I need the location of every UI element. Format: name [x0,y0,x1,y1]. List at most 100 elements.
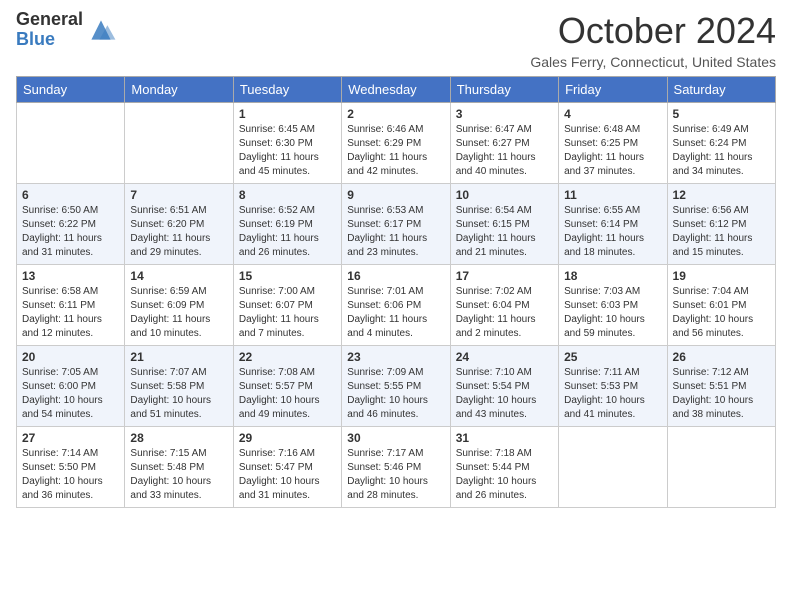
day-info: Sunrise: 7:17 AMSunset: 5:46 PMDaylight:… [347,447,444,503]
day-number: 27 [22,431,119,445]
day-number: 18 [564,269,661,283]
calendar-cell: 9 Sunrise: 6:53 AMSunset: 6:17 PMDaylight… [342,184,450,265]
day-info: Sunrise: 6:49 AMSunset: 6:24 PMDaylight:… [673,123,770,179]
calendar-cell [17,103,125,184]
page-container: General Blue October 2024 Gales Ferry, C… [0,0,792,508]
calendar-cell: 21 Sunrise: 7:07 AMSunset: 5:58 PMDayligh… [125,346,233,427]
day-number: 22 [239,350,336,364]
calendar-cell: 24Sunrise: 7:10 AMSunset: 5:54 PMDayligh… [450,346,558,427]
calendar-cell: 1Sunrise: 6:45 AMSunset: 6:30 PMDaylight… [233,103,341,184]
day-info: Sunrise: 7:01 AMSunset: 6:06 PMDaylight:… [347,285,444,341]
calendar-cell: 13 Sunrise: 6:58 AMSunset: 6:11 PMDayligh… [17,265,125,346]
day-info: Sunrise: 7:07 AMSunset: 5:58 PMDaylight:… [130,366,227,422]
day-number: 19 [673,269,770,283]
calendar-cell [559,427,667,508]
month-title: October 2024 [530,10,776,52]
calendar-cell: 10Sunrise: 6:54 AMSunset: 6:15 PMDayligh… [450,184,558,265]
day-number: 29 [239,431,336,445]
day-number: 24 [456,350,553,364]
calendar-cell: 20 Sunrise: 7:05 AMSunset: 6:00 PMDayligh… [17,346,125,427]
calendar-cell: 4 Sunrise: 6:48 AMSunset: 6:25 PMDaylight… [559,103,667,184]
day-info: Sunrise: 7:08 AMSunset: 5:57 PMDaylight:… [239,366,336,422]
day-info: Sunrise: 6:45 AMSunset: 6:30 PMDaylight:… [239,123,336,179]
day-number: 25 [564,350,661,364]
day-info: Sunrise: 6:47 AMSunset: 6:27 PMDaylight:… [456,123,553,179]
day-info: Sunrise: 7:12 AMSunset: 5:51 PMDaylight:… [673,366,770,422]
day-number: 17 [456,269,553,283]
day-info: Sunrise: 6:50 AMSunset: 6:22 PMDaylight:… [22,204,119,260]
day-info: Sunrise: 6:56 AMSunset: 6:12 PMDaylight:… [673,204,770,260]
day-info: Sunrise: 7:05 AMSunset: 6:00 PMDaylight:… [22,366,119,422]
calendar-cell: 2 Sunrise: 6:46 AMSunset: 6:29 PMDaylight… [342,103,450,184]
calendar-cell: 19 Sunrise: 7:04 AMSunset: 6:01 PMDayligh… [667,265,775,346]
day-number: 7 [130,188,227,202]
day-header: Saturday [667,77,775,103]
calendar-table: SundayMondayTuesdayWednesdayThursdayFrid… [16,76,776,508]
day-info: Sunrise: 7:11 AMSunset: 5:53 PMDaylight:… [564,366,661,422]
calendar-cell: 16 Sunrise: 7:01 AMSunset: 6:06 PMDayligh… [342,265,450,346]
day-info: Sunrise: 7:02 AMSunset: 6:04 PMDaylight:… [456,285,553,341]
calendar-cell: 12Sunrise: 6:56 AMSunset: 6:12 PMDayligh… [667,184,775,265]
calendar-cell: 14 Sunrise: 6:59 AMSunset: 6:09 PMDayligh… [125,265,233,346]
day-info: Sunrise: 7:18 AMSunset: 5:44 PMDaylight:… [456,447,553,503]
day-info: Sunrise: 6:48 AMSunset: 6:25 PMDaylight:… [564,123,661,179]
day-info: Sunrise: 7:04 AMSunset: 6:01 PMDaylight:… [673,285,770,341]
day-number: 4 [564,107,661,121]
calendar-cell: 8Sunrise: 6:52 AMSunset: 6:19 PMDaylight… [233,184,341,265]
day-number: 31 [456,431,553,445]
day-info: Sunrise: 7:03 AMSunset: 6:03 PMDaylight:… [564,285,661,341]
day-info: Sunrise: 7:09 AMSunset: 5:55 PMDaylight:… [347,366,444,422]
calendar-cell: 28Sunrise: 7:15 AMSunset: 5:48 PMDayligh… [125,427,233,508]
day-number: 13 [22,269,119,283]
calendar-cell: 18 Sunrise: 7:03 AMSunset: 6:03 PMDayligh… [559,265,667,346]
day-header: Thursday [450,77,558,103]
day-info: Sunrise: 6:59 AMSunset: 6:09 PMDaylight:… [130,285,227,341]
header: General Blue October 2024 Gales Ferry, C… [0,0,792,76]
day-info: Sunrise: 6:51 AMSunset: 6:20 PMDaylight:… [130,204,227,260]
day-info: Sunrise: 6:58 AMSunset: 6:11 PMDaylight:… [22,285,119,341]
calendar-cell: 26 Sunrise: 7:12 AMSunset: 5:51 PMDayligh… [667,346,775,427]
day-number: 21 [130,350,227,364]
logo-icon [85,14,117,46]
day-number: 2 [347,107,444,121]
calendar-cell: 30 Sunrise: 7:17 AMSunset: 5:46 PMDayligh… [342,427,450,508]
location: Gales Ferry, Connecticut, United States [530,54,776,70]
day-number: 6 [22,188,119,202]
logo-general: General [16,10,83,30]
day-info: Sunrise: 6:53 AMSunset: 6:17 PMDaylight:… [347,204,444,260]
day-number: 14 [130,269,227,283]
day-number: 20 [22,350,119,364]
day-header: Sunday [17,77,125,103]
calendar-cell: 6 Sunrise: 6:50 AMSunset: 6:22 PMDaylight… [17,184,125,265]
day-info: Sunrise: 7:15 AMSunset: 5:48 PMDaylight:… [130,447,227,503]
day-number: 3 [456,107,553,121]
calendar-cell [667,427,775,508]
day-number: 16 [347,269,444,283]
day-number: 5 [673,107,770,121]
day-info: Sunrise: 6:46 AMSunset: 6:29 PMDaylight:… [347,123,444,179]
day-number: 8 [239,188,336,202]
day-number: 26 [673,350,770,364]
calendar-cell: 15Sunrise: 7:00 AMSunset: 6:07 PMDayligh… [233,265,341,346]
day-number: 9 [347,188,444,202]
calendar-cell [125,103,233,184]
day-header: Tuesday [233,77,341,103]
day-info: Sunrise: 6:54 AMSunset: 6:15 PMDaylight:… [456,204,553,260]
logo: General Blue [16,10,117,50]
title-section: October 2024 Gales Ferry, Connecticut, U… [530,10,776,70]
calendar-cell: 25 Sunrise: 7:11 AMSunset: 5:53 PMDayligh… [559,346,667,427]
day-info: Sunrise: 7:14 AMSunset: 5:50 PMDaylight:… [22,447,119,503]
day-info: Sunrise: 6:55 AMSunset: 6:14 PMDaylight:… [564,204,661,260]
calendar-cell: 7 Sunrise: 6:51 AMSunset: 6:20 PMDaylight… [125,184,233,265]
calendar-cell: 5 Sunrise: 6:49 AMSunset: 6:24 PMDaylight… [667,103,775,184]
day-number: 11 [564,188,661,202]
day-info: Sunrise: 7:00 AMSunset: 6:07 PMDaylight:… [239,285,336,341]
calendar-cell: 22 Sunrise: 7:08 AMSunset: 5:57 PMDayligh… [233,346,341,427]
day-header: Wednesday [342,77,450,103]
calendar-cell: 29Sunrise: 7:16 AMSunset: 5:47 PMDayligh… [233,427,341,508]
day-header: Friday [559,77,667,103]
day-number: 23 [347,350,444,364]
calendar-cell: 17 Sunrise: 7:02 AMSunset: 6:04 PMDayligh… [450,265,558,346]
day-number: 30 [347,431,444,445]
calendar-cell: 31 Sunrise: 7:18 AMSunset: 5:44 PMDayligh… [450,427,558,508]
